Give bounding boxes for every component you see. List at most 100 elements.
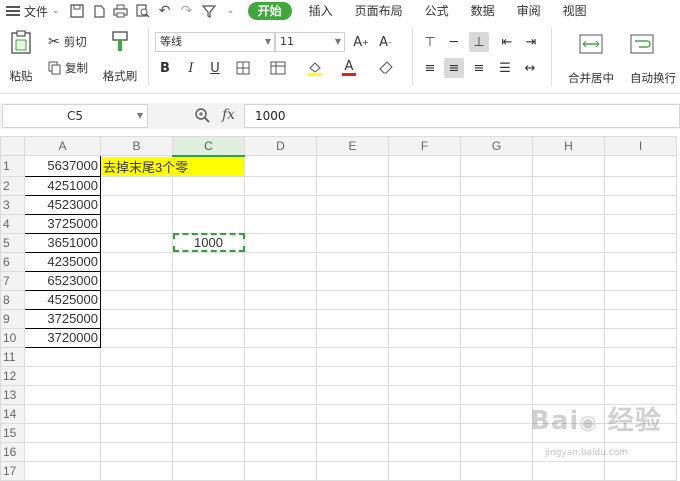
cell-e10[interactable] [316,327,389,348]
cell-c5[interactable]: 1000 [172,232,245,253]
cell-b11[interactable] [100,346,173,367]
tab-review[interactable]: 审阅 [506,0,552,22]
cell-g17[interactable] [460,460,533,481]
font-name-select[interactable]: 等线 ▼ [155,32,275,52]
select-all-corner[interactable] [0,136,25,156]
cell-b2[interactable] [100,175,173,196]
format-painter-button[interactable]: 格式刷 [100,30,140,84]
cell-i9[interactable] [604,308,677,329]
tab-insert[interactable]: 插入 [298,0,344,22]
italic-icon[interactable]: I [181,58,201,78]
cell-i8[interactable] [604,289,677,310]
cell-a15[interactable] [24,422,101,443]
cell-h3[interactable] [532,194,605,215]
cell-h7[interactable] [532,270,605,291]
decrease-indent-icon[interactable]: ⇤ [497,32,517,52]
cell-a17[interactable] [24,460,101,481]
column-header-f[interactable]: F [388,136,461,156]
cell-e6[interactable] [316,251,389,272]
column-header-i[interactable]: I [604,136,677,156]
cell-i4[interactable] [604,213,677,234]
cell-f5[interactable] [388,232,461,253]
quick-access-dropdown-icon[interactable]: ⌄ [220,0,242,22]
cell-f10[interactable] [388,327,461,348]
cell-c13[interactable] [172,384,245,405]
cell-f16[interactable] [388,441,461,462]
row-header[interactable]: 8 [0,289,25,310]
cell-a14[interactable] [24,403,101,424]
cell-g9[interactable] [460,308,533,329]
print-preview-icon[interactable] [132,0,154,22]
row-header[interactable]: 4 [0,213,25,234]
font-size-select[interactable]: 11 ▼ [275,32,345,52]
cell-c17[interactable] [172,460,245,481]
bold-icon[interactable]: B [155,58,175,78]
cell-i2[interactable] [604,175,677,196]
cell-d16[interactable] [244,441,317,462]
cell-f9[interactable] [388,308,461,329]
column-header-e[interactable]: E [316,136,389,156]
cell-c8[interactable] [172,289,245,310]
cell-f3[interactable] [388,194,461,215]
cell-e16[interactable] [316,441,389,462]
cell-i5[interactable] [604,232,677,253]
cell-g3[interactable] [460,194,533,215]
cell-g16[interactable] [460,441,533,462]
cell-d8[interactable] [244,289,317,310]
cell-b4[interactable] [100,213,173,234]
cell-d17[interactable] [244,460,317,481]
cell-e2[interactable] [316,175,389,196]
cell-g2[interactable] [460,175,533,196]
cell-d3[interactable] [244,194,317,215]
paste-button[interactable]: 粘贴 [4,30,38,84]
cell-e4[interactable] [316,213,389,234]
cell-h11[interactable] [532,346,605,367]
increase-indent-icon[interactable]: ⇥ [521,32,541,52]
cell-c9[interactable] [172,308,245,329]
cell-a4[interactable]: 3725000 [24,213,101,234]
cell-a1[interactable]: 5637000 [24,155,101,177]
cell-i3[interactable] [604,194,677,215]
row-header[interactable]: 9 [0,308,25,329]
cell-e13[interactable] [316,384,389,405]
cell-i11[interactable] [604,346,677,367]
cell-a5[interactable]: 3651000 [24,232,101,253]
align-center-icon[interactable]: ≡ [444,58,464,78]
cell-c10[interactable] [172,327,245,348]
cell-i7[interactable] [604,270,677,291]
export-pdf-icon[interactable] [88,0,110,22]
cell-i12[interactable] [604,365,677,386]
cell-h1[interactable] [532,155,605,177]
distributed-icon[interactable]: ↔ [520,58,540,78]
cell-e7[interactable] [316,270,389,291]
cell-a6[interactable]: 4235000 [24,251,101,272]
row-header[interactable]: 2 [0,175,25,196]
cell-h5[interactable] [532,232,605,253]
cell-b17[interactable] [100,460,173,481]
justify-icon[interactable]: ☰ [495,58,515,78]
tab-home[interactable]: 开始 [247,2,292,20]
wrap-text-button[interactable]: 自动换行 [630,34,680,86]
font-color-icon[interactable]: A [339,58,359,78]
cell-c6[interactable] [172,251,245,272]
cell-g12[interactable] [460,365,533,386]
cell-f14[interactable] [388,403,461,424]
cell-f8[interactable] [388,289,461,310]
cell-g7[interactable] [460,270,533,291]
cell-e17[interactable] [316,460,389,481]
cell-g13[interactable] [460,384,533,405]
merge-center-button[interactable]: 合并居中 [561,34,621,86]
copy-button[interactable]: 复制 [48,58,88,78]
align-middle-icon[interactable]: ─ [444,32,464,52]
cell-a3[interactable]: 4523000 [24,194,101,215]
column-header-c[interactable]: C [172,136,245,157]
function-icon[interactable]: fx [222,107,235,123]
tab-view[interactable]: 视图 [552,0,598,22]
cell-b7[interactable] [100,270,173,291]
cell-b9[interactable] [100,308,173,329]
cell-h9[interactable] [532,308,605,329]
cell-e15[interactable] [316,422,389,443]
row-header[interactable]: 7 [0,270,25,291]
save-icon[interactable] [66,0,88,22]
print-icon[interactable] [110,0,132,22]
